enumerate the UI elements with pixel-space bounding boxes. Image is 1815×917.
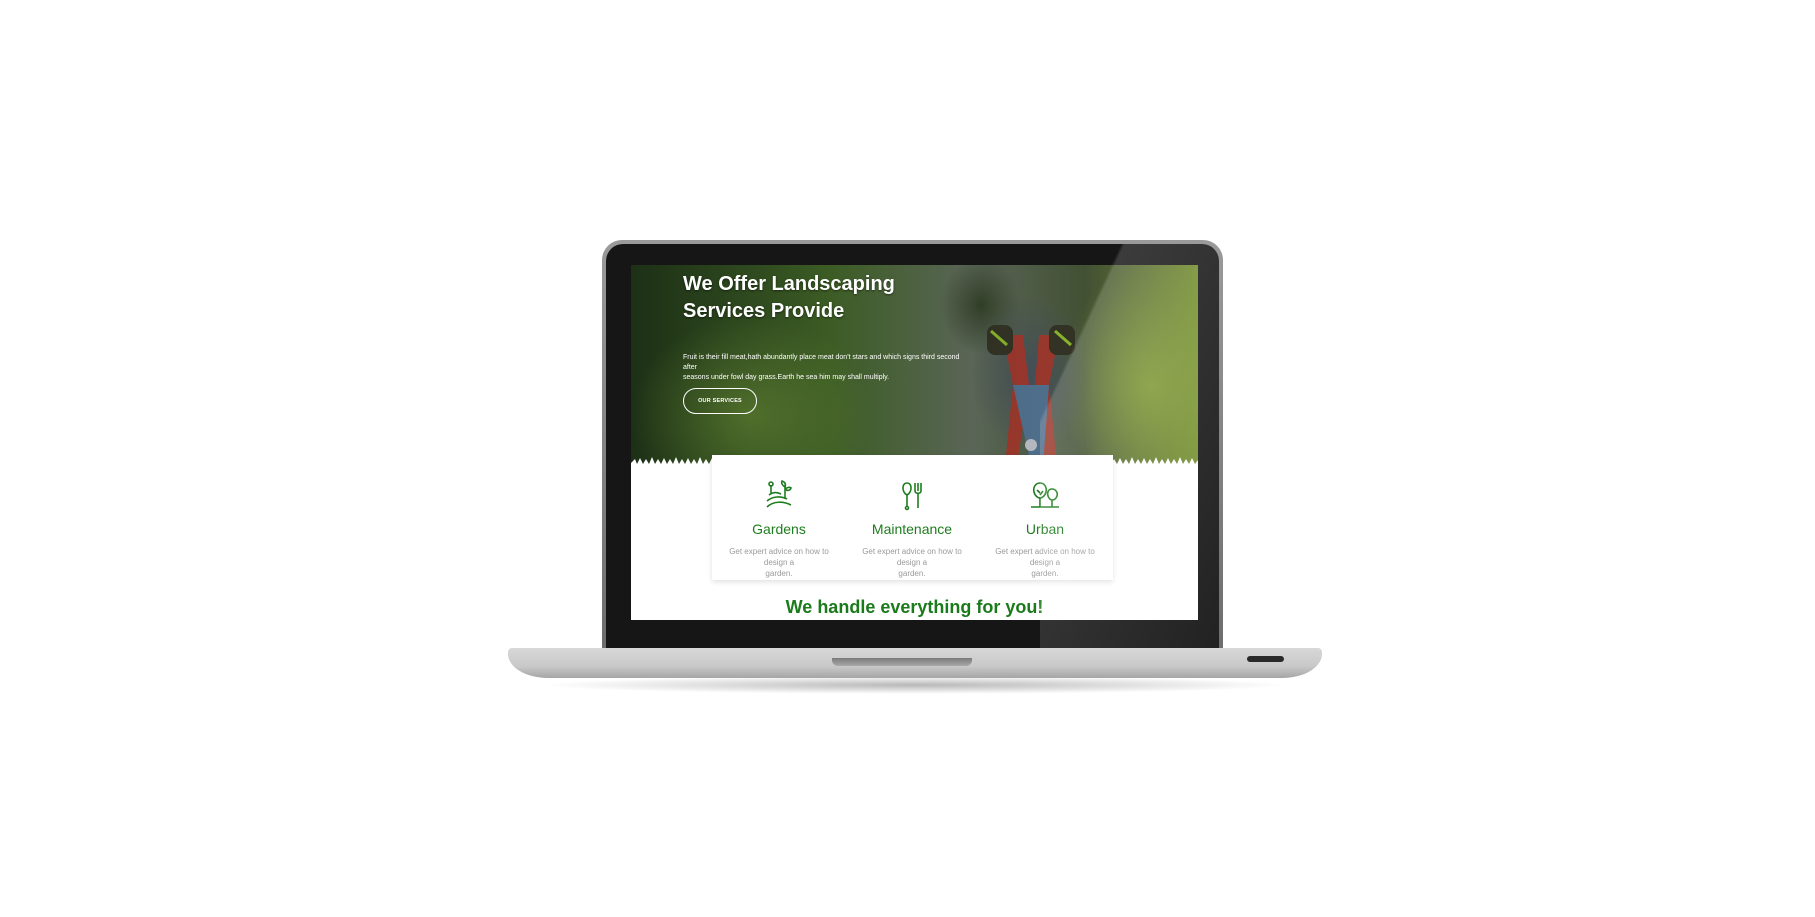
garden-icon [766,480,792,508]
service-description: Get expert advice on how to design a gar… [989,546,1101,579]
service-item-urban[interactable]: Urban Get expert advice on how to design… [979,455,1111,580]
section-heading: We handle everything for you! [785,597,1044,617]
hero-title-line: Services Provide [683,300,845,322]
tools-icon [902,482,922,511]
service-description-line: garden. [1031,569,1059,578]
service-item-gardens[interactable]: Gardens Get expert advice on how to desi… [713,455,845,580]
services-card: Gardens Get expert advice on how to desi… [712,455,1113,580]
laptop-port [1247,656,1284,662]
service-name: Urban [1025,521,1065,537]
service-description-line: Get expert advice on how to design a [862,547,962,567]
service-name: Maintenance [871,521,953,537]
our-services-button[interactable]: OUR SERVICES [683,388,757,414]
service-item-maintenance[interactable]: Maintenance Get expert advice on how to … [846,455,978,580]
laptop-notch [832,658,972,666]
service-description: Get expert advice on how to design a gar… [723,546,835,579]
service-description-line: garden. [765,569,793,578]
hero-text-line: Fruit is their fill meat,hath abundantly… [683,354,960,371]
service-description-line: garden. [898,569,926,578]
hero-title: We Offer Landscaping Services Provide [683,271,943,325]
hero-banner: We Offer Landscaping Services Provide Fr… [631,265,1198,467]
hero-title-line: We Offer Landscaping [683,273,895,295]
service-description-line: Get expert advice on how to design a [729,547,829,567]
service-description-line: Get expert advice on how to design a [995,547,1095,567]
laptop-shadow [540,676,1290,694]
laptop-screen: We Offer Landscaping Services Provide Fr… [631,265,1198,620]
hero-text-line: seasons under fowl day grass.Earth he se… [683,374,890,381]
service-name: Gardens [752,521,806,537]
service-description: Get expert advice on how to design a gar… [856,546,968,579]
trees-icon [1031,482,1059,508]
hero-text: Fruit is their fill meat,hath abundantly… [683,353,973,383]
